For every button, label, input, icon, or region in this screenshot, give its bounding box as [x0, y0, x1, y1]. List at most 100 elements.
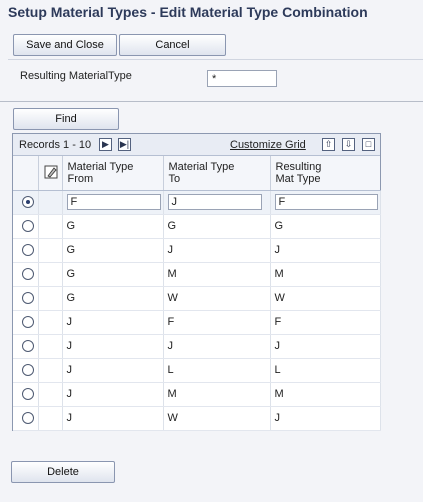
cell-result[interactable]: W — [270, 286, 381, 311]
cancel-button[interactable]: Cancel — [119, 34, 226, 56]
row-select-radio[interactable] — [22, 316, 34, 328]
row-edit-cell — [38, 358, 63, 383]
customize-grid-link[interactable]: Customize Grid — [230, 139, 306, 151]
cell-to[interactable]: F — [163, 310, 271, 335]
row-select-cell[interactable] — [13, 190, 39, 215]
row-select-cell[interactable] — [13, 310, 39, 335]
cell-to[interactable]: W — [163, 286, 271, 311]
table-row[interactable]: JJJ — [13, 334, 381, 359]
cell-from-value: J — [66, 364, 73, 376]
column-header-to-line2: To — [168, 173, 181, 185]
material-type-grid: Records 1 - 10 ▶ ▶| Customize Grid ⇧ ⇩ □… — [12, 133, 381, 431]
edit-pencil-icon — [44, 165, 57, 179]
cell-to[interactable]: W — [163, 406, 271, 431]
row-edit-cell — [38, 406, 63, 431]
row-select-cell[interactable] — [13, 406, 39, 431]
cell-result[interactable]: J — [270, 334, 381, 359]
table-row[interactable]: JWJ — [13, 406, 381, 431]
resulting-material-type-input[interactable]: * — [207, 70, 277, 87]
cell-result-value: J — [274, 412, 281, 424]
table-row[interactable]: JMM — [13, 382, 381, 407]
row-select-cell[interactable] — [13, 286, 39, 311]
row-select-cell[interactable] — [13, 334, 39, 359]
table-row[interactable]: GWW — [13, 286, 381, 311]
cell-to-value: G — [167, 220, 177, 232]
cell-result[interactable]: L — [270, 358, 381, 383]
cell-from[interactable]: G — [62, 214, 164, 239]
cell-to-input[interactable]: J — [167, 194, 262, 210]
cell-to[interactable]: L — [163, 358, 271, 383]
cell-to[interactable]: J — [163, 334, 271, 359]
cell-result[interactable]: M — [270, 382, 381, 407]
cell-to[interactable]: J — [163, 190, 271, 215]
column-header-result[interactable]: Resulting Mat Type — [270, 156, 380, 191]
cell-result[interactable]: J — [270, 406, 381, 431]
table-row[interactable]: J LL — [13, 358, 381, 383]
cell-from[interactable]: J — [62, 310, 164, 335]
table-row[interactable]: JFF — [13, 310, 381, 335]
column-header-from[interactable]: Material Type From — [62, 156, 164, 191]
cell-to[interactable]: G — [163, 214, 271, 239]
cell-result-value: J — [274, 340, 281, 352]
row-select-radio[interactable] — [22, 196, 34, 208]
find-button[interactable]: Find — [13, 108, 119, 130]
cell-result[interactable]: G — [270, 214, 381, 239]
import-icon[interactable]: ⇩ — [342, 138, 355, 151]
row-select-cell[interactable] — [13, 238, 39, 263]
export-icon[interactable]: ⇧ — [322, 138, 335, 151]
cell-from[interactable]: G — [62, 238, 164, 263]
row-edit-cell — [38, 382, 63, 407]
row-select-radio[interactable] — [22, 364, 34, 376]
table-row[interactable]: FJF — [13, 190, 381, 215]
row-select-cell[interactable] — [13, 382, 39, 407]
cell-from[interactable]: G — [62, 262, 164, 287]
cell-from[interactable]: J — [62, 382, 164, 407]
cell-from[interactable]: J — [62, 334, 164, 359]
cell-from-value: G — [66, 220, 76, 232]
cell-from[interactable]: J — [62, 358, 164, 383]
row-select-radio[interactable] — [22, 412, 34, 424]
table-row[interactable]: GMM — [13, 262, 381, 287]
column-header-to-line1: Material Type — [168, 161, 235, 173]
cell-to-value: W — [167, 412, 178, 424]
next-page-icon[interactable]: ▶ — [99, 138, 112, 151]
row-select-cell[interactable] — [13, 358, 39, 383]
cell-result[interactable]: F — [270, 310, 381, 335]
row-select-cell[interactable] — [13, 214, 39, 239]
row-select-radio[interactable] — [22, 340, 34, 352]
row-edit-cell — [38, 214, 63, 239]
cell-from[interactable]: G — [62, 286, 164, 311]
cell-result[interactable]: F — [270, 190, 381, 215]
row-select-cell[interactable] — [13, 262, 39, 287]
row-select-radio[interactable] — [22, 244, 34, 256]
cell-from-input[interactable]: F — [66, 194, 161, 210]
table-row[interactable]: GGG — [13, 214, 381, 239]
select-column-header — [13, 156, 39, 191]
cell-to-value: J — [167, 340, 174, 352]
row-select-radio[interactable] — [22, 268, 34, 280]
cell-result-value: M — [274, 268, 284, 280]
cell-to[interactable]: M — [163, 382, 271, 407]
column-header-result-line2: Mat Type — [275, 173, 321, 185]
cell-to[interactable]: M — [163, 262, 271, 287]
last-page-icon[interactable]: ▶| — [118, 138, 131, 151]
delete-button[interactable]: Delete — [11, 461, 115, 483]
cell-from[interactable]: F — [62, 190, 164, 215]
cell-to[interactable]: J — [163, 238, 271, 263]
row-edit-cell — [38, 334, 63, 359]
column-header-to[interactable]: Material Type To — [163, 156, 271, 191]
cell-result-input[interactable]: F — [274, 194, 378, 210]
row-select-radio[interactable] — [22, 388, 34, 400]
table-row[interactable]: GJJ — [13, 238, 381, 263]
cell-from[interactable]: J — [62, 406, 164, 431]
grid-table: Material Type From Material Type To Resu… — [13, 156, 381, 431]
maximize-grid-icon[interactable]: □ — [362, 138, 375, 151]
page-title: Setup Material Types - Edit Material Typ… — [8, 4, 368, 20]
save-and-close-button[interactable]: Save and Close — [13, 34, 117, 56]
row-select-radio[interactable] — [22, 292, 34, 304]
row-edit-cell — [38, 286, 63, 311]
column-header-from-line2: From — [67, 173, 94, 185]
row-select-radio[interactable] — [22, 220, 34, 232]
cell-result[interactable]: M — [270, 262, 381, 287]
cell-result[interactable]: J — [270, 238, 381, 263]
